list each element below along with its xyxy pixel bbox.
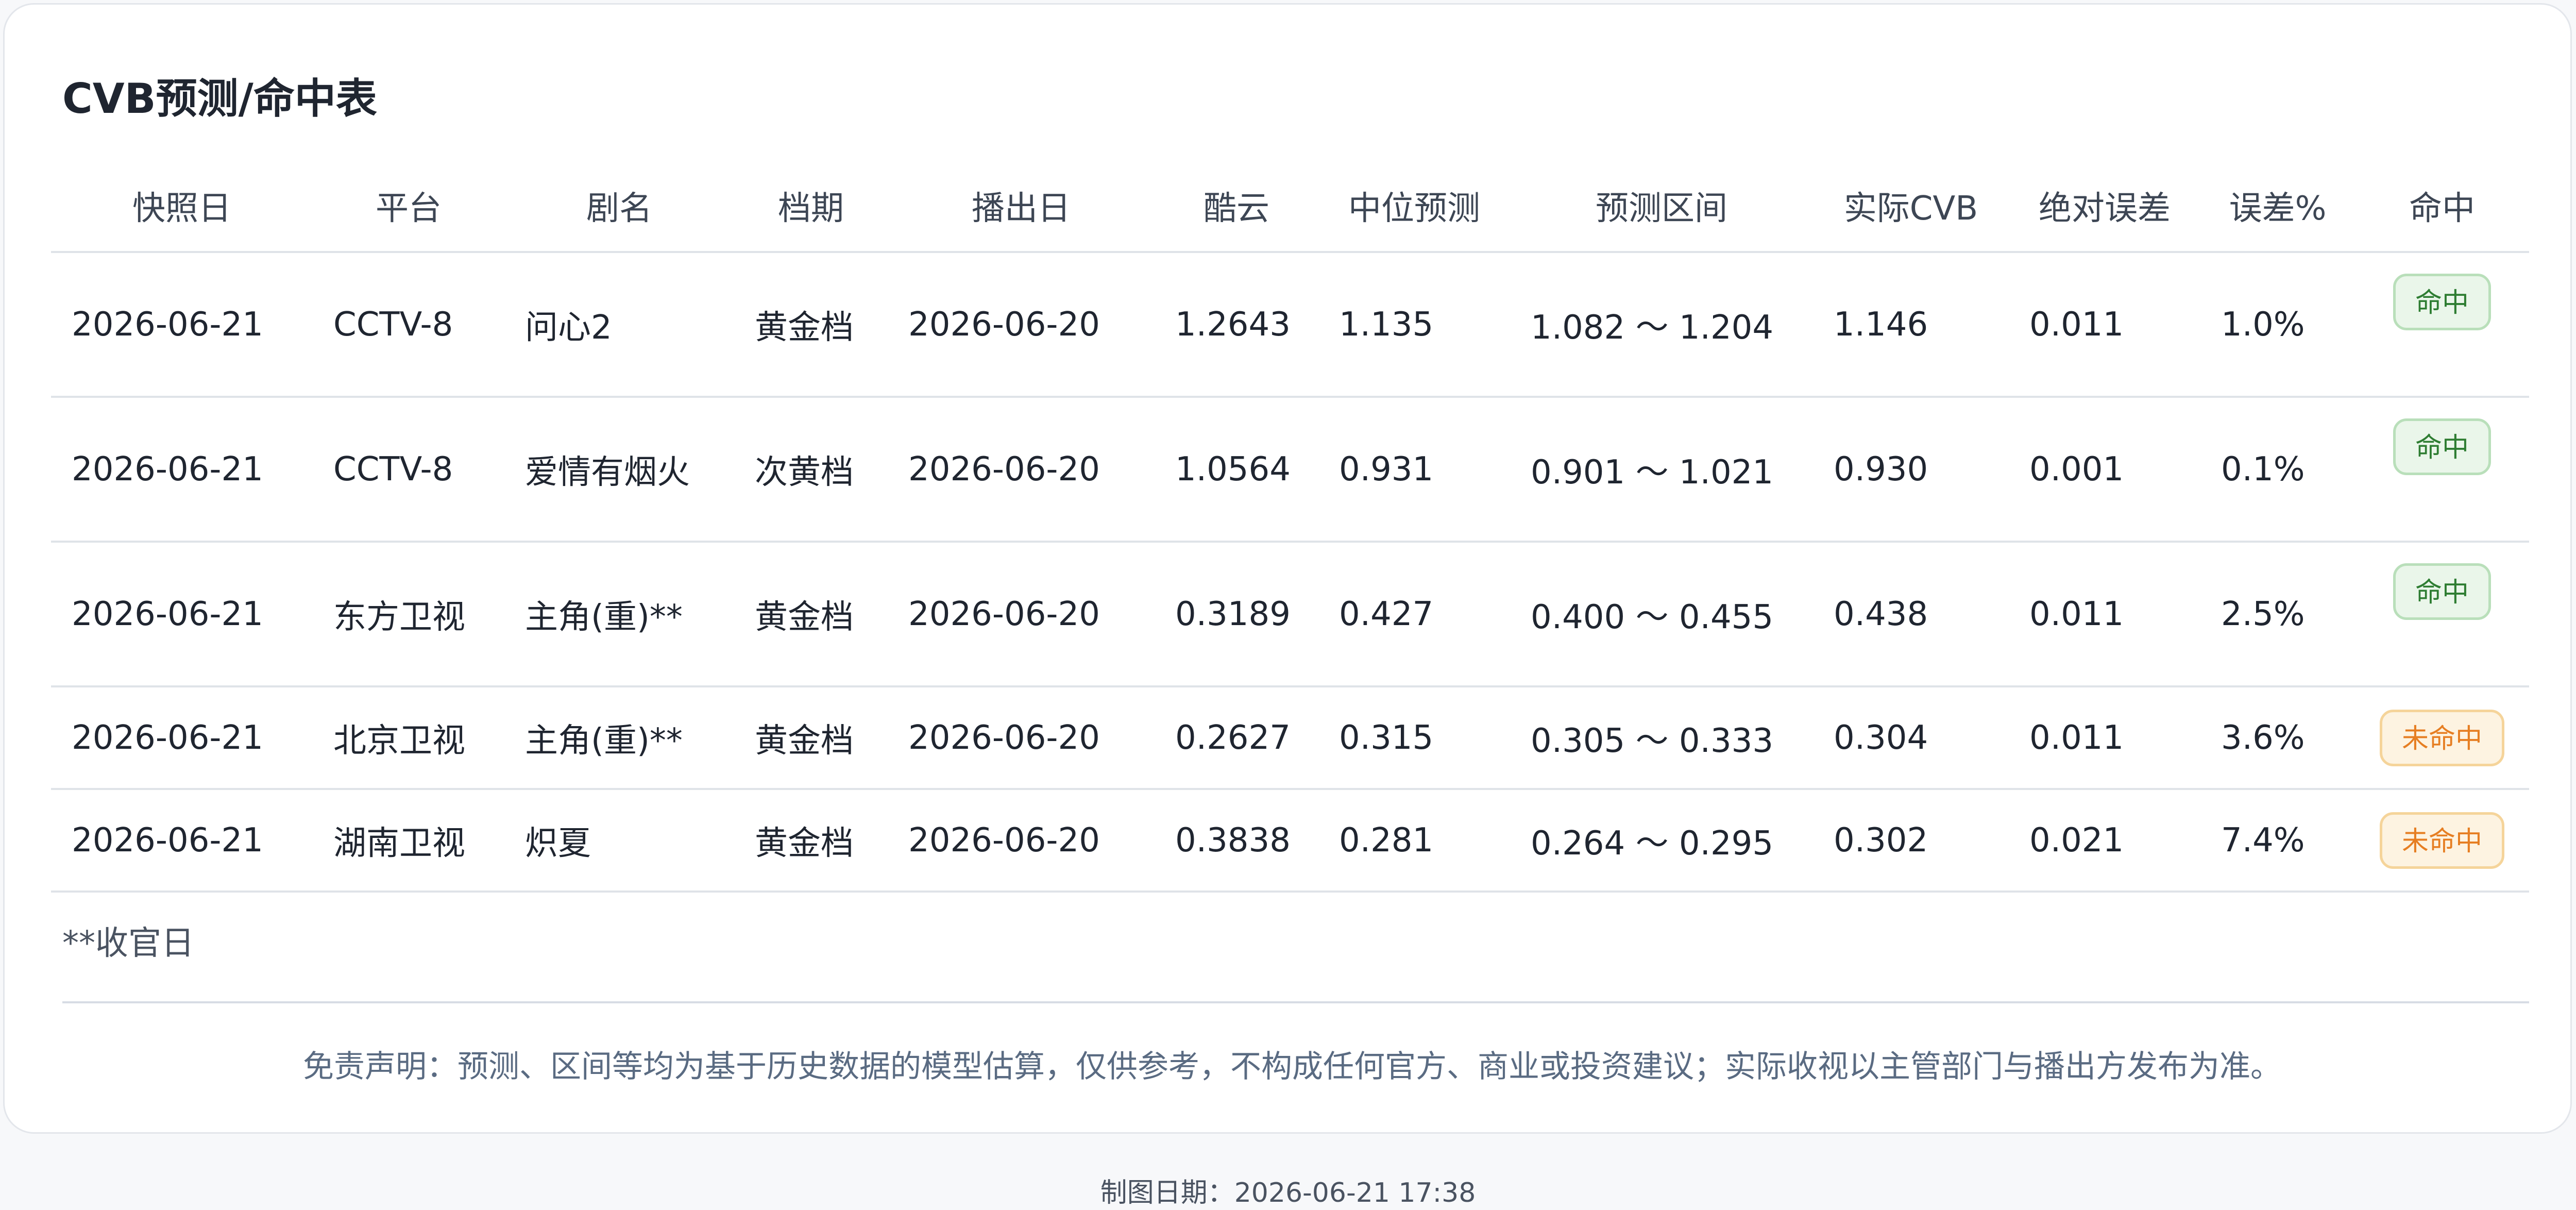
divider [62,1001,2529,1003]
cell-actual: 1.146 [1813,252,2009,398]
column-header-platform: 平台 [313,160,504,253]
cell-drama: 问心2 [504,252,734,398]
cell-drama: 炽夏 [504,789,734,893]
cell-hit: 命中 [2355,252,2529,398]
table-row: 2026-06-21 CCTV-8 爱情有烟火 次黄档 2026-06-20 1… [51,397,2529,543]
cell-hit: 命中 [2355,397,2529,543]
table-row: 2026-06-21 北京卫视 主角(重)** 黄金档 2026-06-20 0… [51,686,2529,790]
cell-slot: 黄金档 [734,542,888,687]
table-row: 2026-06-21 湖南卫视 炽夏 黄金档 2026-06-20 0.3838… [51,789,2529,893]
column-header-abs-error: 绝对误差 [2009,160,2200,253]
cell-abs-error: 0.011 [2009,542,2200,687]
disclaimer: 免责声明：预测、区间等均为基于历史数据的模型估算，仅供参考，不构成任何官方、商业… [303,1049,2281,1085]
table-row: 2026-06-21 CCTV-8 问心2 黄金档 2026-06-20 1.2… [51,252,2529,398]
hit-badge: 命中 [2393,273,2491,330]
cell-platform: CCTV-8 [313,252,504,398]
cell-air-date: 2026-06-20 [888,789,1155,893]
cell-kuyun: 0.3189 [1155,542,1318,687]
made-date: 制图日期：2026-06-21 17:38 [1100,1178,1476,1208]
cell-median: 0.427 [1318,542,1510,687]
column-header-median: 中位预测 [1318,160,1510,253]
column-header-snapshot: 快照日 [51,160,313,253]
cell-kuyun: 1.0564 [1155,397,1318,543]
cell-error-pct: 0.1% [2200,397,2355,543]
cell-snapshot: 2026-06-21 [51,789,313,893]
hit-badge: 命中 [2393,418,2491,475]
table-row: 2026-06-21 东方卫视 主角(重)** 黄金档 2026-06-20 0… [51,542,2529,687]
page-title: CVB预测/命中表 [62,75,377,123]
cell-hit: 未命中 [2355,789,2529,893]
table-card: CVB预测/命中表 快照日 平台 剧名 档期 播出日 酷云 中位预测 预测区间 … [3,3,2572,1134]
cell-hit: 未命中 [2355,686,2529,790]
column-header-interval: 预测区间 [1510,160,1813,253]
cell-snapshot: 2026-06-21 [51,397,313,543]
cell-drama: 主角(重)** [504,686,734,790]
cell-interval: 0.901 ～ 1.021 [1510,397,1813,543]
cvb-table: 快照日 平台 剧名 档期 播出日 酷云 中位预测 预测区间 实际CVB 绝对误差… [51,160,2529,893]
cell-kuyun: 0.2627 [1155,686,1318,790]
column-header-kuyun: 酷云 [1155,160,1318,253]
cell-slot: 黄金档 [734,789,888,893]
cell-interval: 1.082 ～ 1.204 [1510,252,1813,398]
cell-snapshot: 2026-06-21 [51,542,313,687]
miss-badge: 未命中 [2379,812,2504,869]
cell-interval: 0.400 ～ 0.455 [1510,542,1813,687]
cell-hit: 命中 [2355,542,2529,687]
cell-air-date: 2026-06-20 [888,686,1155,790]
miss-badge: 未命中 [2379,709,2504,766]
cell-error-pct: 7.4% [2200,789,2355,893]
cell-air-date: 2026-06-20 [888,252,1155,398]
cell-error-pct: 2.5% [2200,542,2355,687]
cell-actual: 0.304 [1813,686,2009,790]
cell-median: 1.135 [1318,252,1510,398]
cell-actual: 0.930 [1813,397,2009,543]
cell-abs-error: 0.011 [2009,252,2200,398]
cell-slot: 次黄档 [734,397,888,543]
column-header-air-date: 播出日 [888,160,1155,253]
cell-snapshot: 2026-06-21 [51,252,313,398]
cell-error-pct: 1.0% [2200,252,2355,398]
cell-slot: 黄金档 [734,686,888,790]
cell-drama: 主角(重)** [504,542,734,687]
hit-badge: 命中 [2393,563,2491,620]
cell-platform: 北京卫视 [313,686,504,790]
cell-abs-error: 0.001 [2009,397,2200,543]
cell-kuyun: 0.3838 [1155,789,1318,893]
cell-air-date: 2026-06-20 [888,397,1155,543]
cell-platform: CCTV-8 [313,397,504,543]
footnote: **收官日 [62,925,194,963]
column-header-actual: 实际CVB [1813,160,2009,253]
cell-error-pct: 3.6% [2200,686,2355,790]
cell-median: 0.931 [1318,397,1510,543]
cell-platform: 湖南卫视 [313,789,504,893]
cell-air-date: 2026-06-20 [888,542,1155,687]
table-header-row: 快照日 平台 剧名 档期 播出日 酷云 中位预测 预测区间 实际CVB 绝对误差… [51,160,2529,253]
cell-interval: 0.264 ～ 0.295 [1510,789,1813,893]
column-header-slot: 档期 [734,160,888,253]
cell-drama: 爱情有烟火 [504,397,734,543]
cell-median: 0.315 [1318,686,1510,790]
cell-median: 0.281 [1318,789,1510,893]
column-header-drama: 剧名 [504,160,734,253]
cell-actual: 0.438 [1813,542,2009,687]
cell-slot: 黄金档 [734,252,888,398]
cell-kuyun: 1.2643 [1155,252,1318,398]
cell-actual: 0.302 [1813,789,2009,893]
column-header-error-pct: 误差% [2200,160,2355,253]
cell-abs-error: 0.021 [2009,789,2200,893]
cell-abs-error: 0.011 [2009,686,2200,790]
cell-interval: 0.305 ～ 0.333 [1510,686,1813,790]
column-header-hit: 命中 [2355,160,2529,253]
cell-snapshot: 2026-06-21 [51,686,313,790]
cell-platform: 东方卫视 [313,542,504,687]
